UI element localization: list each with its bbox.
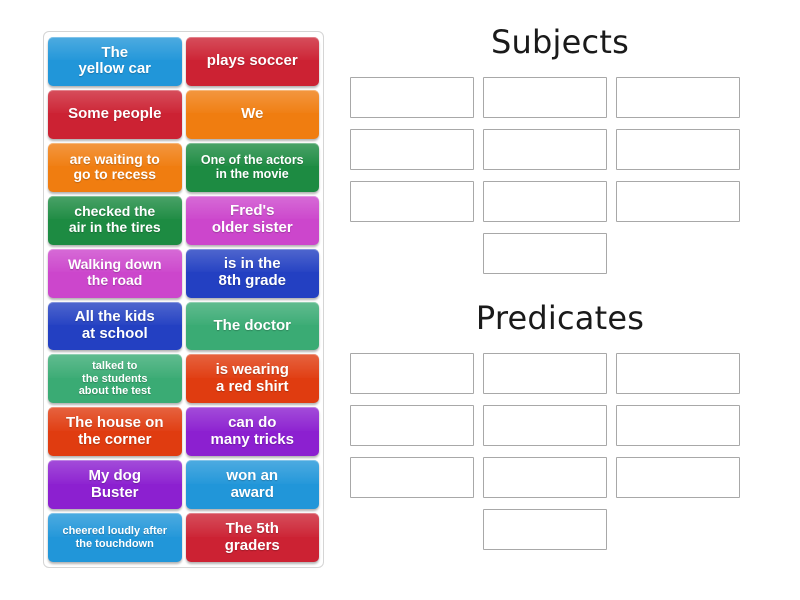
word-tile-label: The 5th graders [224, 519, 280, 554]
word-tile-label: Some people [68, 104, 162, 122]
dropzone-predicates[interactable] [350, 404, 474, 446]
dropzone-subjects[interactable] [616, 180, 740, 222]
word-tile[interactable]: One of the actors in the movie [185, 142, 319, 192]
word-tile-label: The doctor [213, 316, 292, 334]
word-tile-label: We [241, 104, 264, 122]
word-tile-label: won an award [226, 466, 279, 501]
word-tile[interactable]: The yellow car [48, 37, 182, 86]
dropzone-predicates[interactable] [350, 456, 474, 498]
word-tile[interactable]: Fred's older sister [185, 195, 319, 245]
word-tile[interactable]: My dog Buster [48, 460, 182, 510]
word-tile[interactable]: cheered loudly after the touchdown [48, 513, 182, 562]
word-tile-label: checked the air in the tires [68, 203, 161, 236]
word-tile[interactable]: won an award [185, 460, 319, 510]
word-tile-label: cheered loudly after the touchdown [62, 525, 168, 550]
word-tile[interactable]: can do many tricks [185, 407, 319, 457]
group-columns: Subjects Predicates [350, 24, 770, 576]
word-tile[interactable]: The doctor [185, 301, 319, 351]
word-tile[interactable]: We [185, 89, 319, 139]
dropzone-subjects[interactable] [350, 180, 474, 222]
word-tile-label: is wearing a red shirt [215, 361, 289, 395]
dropzone-subjects[interactable] [483, 180, 607, 222]
word-tile-label: Fred's older sister [211, 202, 293, 237]
dropzone-predicates[interactable] [616, 352, 740, 394]
word-tile-label: One of the actors in the movie [200, 153, 304, 182]
dropzone-predicates[interactable] [483, 508, 607, 550]
dropzone-grid-predicates [350, 352, 770, 550]
dropzone-subjects[interactable] [350, 76, 474, 118]
dropzone-predicates[interactable] [350, 352, 474, 394]
dropzone-subjects[interactable] [483, 232, 607, 274]
word-tile-label: All the kids at school [74, 308, 155, 342]
dropzone-subjects[interactable] [350, 128, 474, 170]
word-tile-label: are waiting to go to recess [69, 150, 160, 183]
word-tile[interactable]: The 5th graders [185, 513, 319, 562]
word-tile[interactable]: are waiting to go to recess [48, 142, 182, 192]
word-tile[interactable]: talked to the students about the test [48, 354, 182, 404]
word-tile[interactable]: Some people [48, 89, 182, 139]
dropzone-predicates[interactable] [483, 456, 607, 498]
word-tile[interactable]: All the kids at school [48, 301, 182, 351]
dropzone-subjects[interactable] [483, 128, 607, 170]
word-tile[interactable]: plays soccer [185, 37, 319, 86]
word-tile-label: can do many tricks [210, 413, 294, 448]
dropzone-subjects[interactable] [483, 76, 607, 118]
word-tile-label: plays soccer [206, 52, 298, 70]
group-predicates: Predicates [350, 298, 770, 550]
dropzone-predicates[interactable] [483, 404, 607, 446]
dropzone-subjects[interactable] [616, 128, 740, 170]
dropzone-predicates[interactable] [616, 456, 740, 498]
word-tile-label: is in the 8th grade [218, 255, 286, 290]
group-title-subjects: Subjects [491, 23, 629, 61]
word-tile[interactable]: is wearing a red shirt [185, 354, 319, 404]
group-subjects: Subjects [350, 24, 770, 274]
dropzone-grid-subjects [350, 76, 770, 274]
dropzone-predicates[interactable] [616, 404, 740, 446]
word-tile[interactable]: The house on the corner [48, 407, 182, 457]
group-title-predicates: Predicates [475, 298, 645, 337]
dropzone-subjects[interactable] [616, 76, 740, 118]
word-tile-label: The house on the corner [66, 413, 164, 448]
activity-stage: The yellow car plays soccer Some people We ar… [0, 0, 800, 600]
word-tile[interactable]: is in the 8th grade [185, 248, 319, 298]
tile-tray: The yellow car plays soccer Some people We ar… [43, 31, 324, 568]
word-tile-label: talked to the students about the test [78, 360, 151, 397]
word-tile-label: The yellow car [78, 43, 152, 78]
word-tile-label: Walking down the road [67, 256, 162, 289]
word-tile-label: My dog Buster [88, 466, 142, 501]
word-tile[interactable]: checked the air in the tires [48, 195, 182, 245]
dropzone-predicates[interactable] [483, 352, 607, 394]
word-tile[interactable]: Walking down the road [48, 248, 182, 298]
